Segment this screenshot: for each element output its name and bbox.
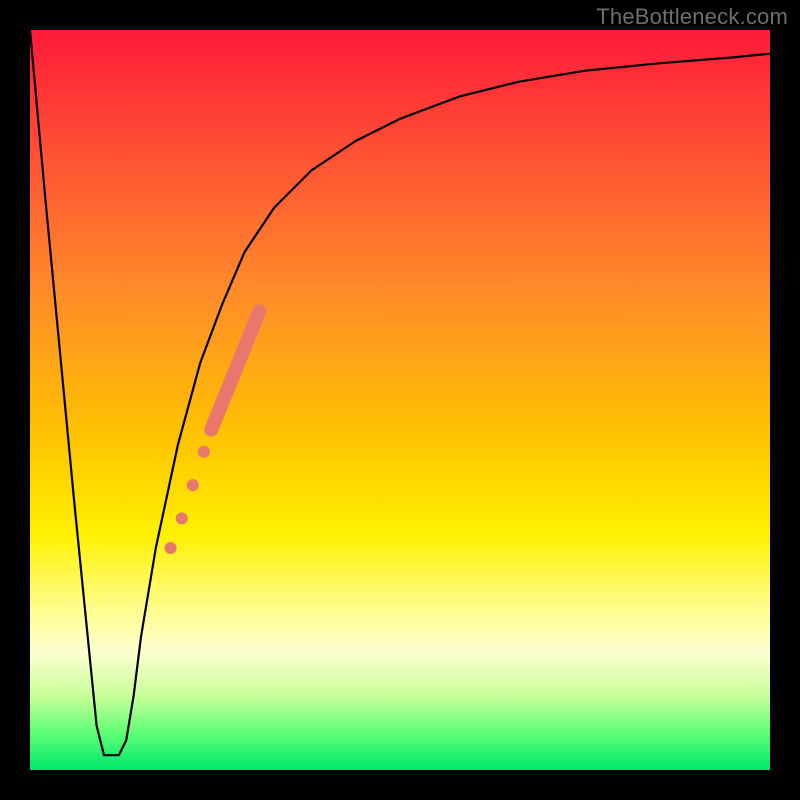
highlight-dot [198,446,210,458]
chart-svg [30,30,770,770]
highlight-dot [176,512,188,524]
watermark-text: TheBottleneck.com [596,4,788,30]
highlight-segment [211,311,259,429]
highlight-points [165,446,210,554]
highlight-dot [187,479,199,491]
chart-frame: TheBottleneck.com [0,0,800,800]
plot-area [30,30,770,770]
highlight-dot [165,542,177,554]
bottleneck-curve [30,30,770,755]
